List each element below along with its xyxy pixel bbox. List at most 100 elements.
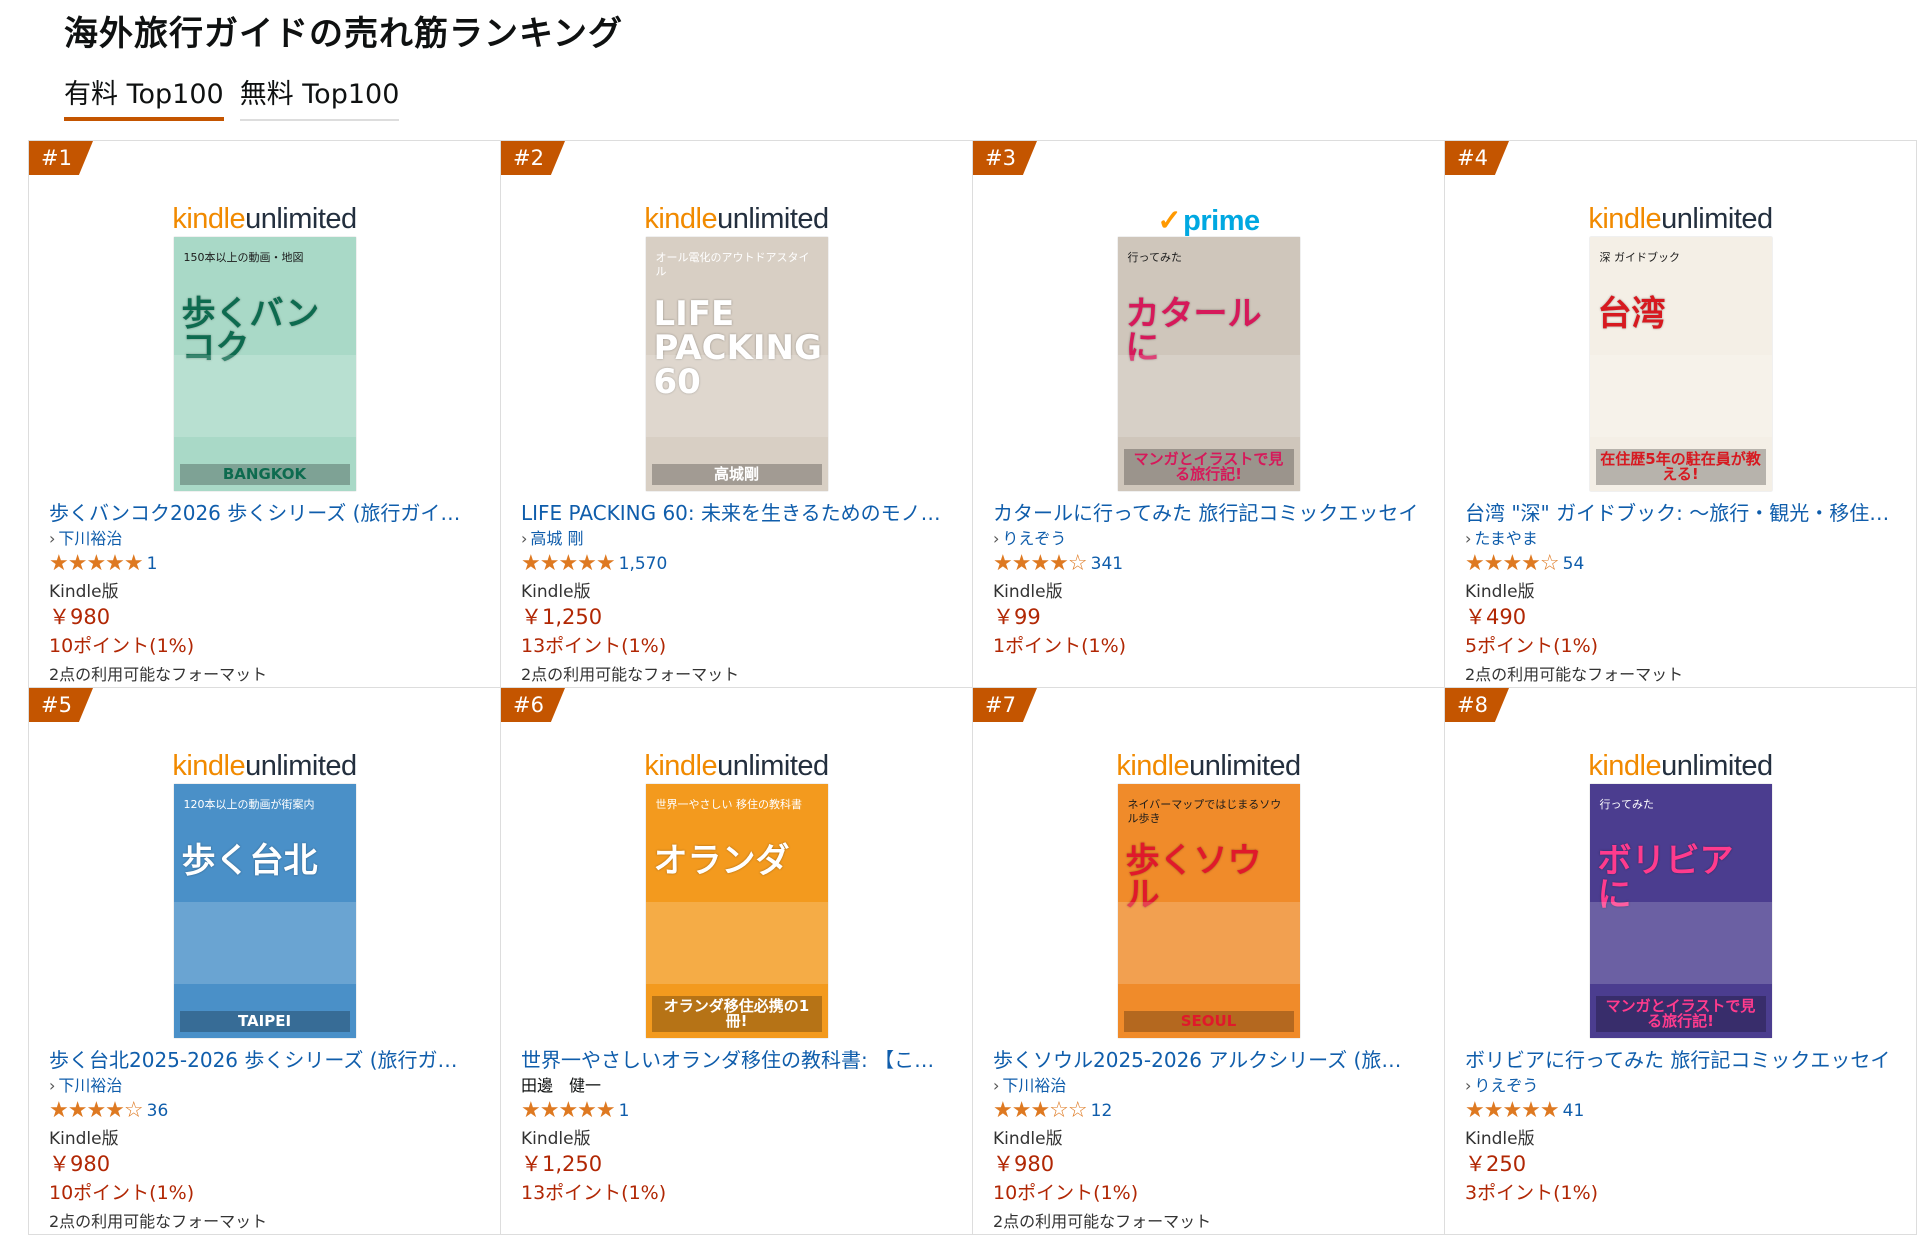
rating-count[interactable]: 54: [1563, 551, 1585, 577]
chevron-right-icon: ›: [49, 1076, 56, 1095]
rating-count[interactable]: 1: [147, 551, 158, 577]
tab-paid-top100[interactable]: 有料 Top100: [64, 72, 224, 121]
chevron-right-icon: ›: [993, 529, 1000, 548]
price: ￥490: [1465, 605, 1527, 629]
format-label: Kindle版: [993, 582, 1063, 602]
format-label: Kindle版: [521, 1129, 591, 1149]
tab-free-top100[interactable]: 無料 Top100: [239, 72, 400, 121]
cover-footer: SEOUL: [1123, 1011, 1294, 1032]
rank-badge: #2: [501, 141, 565, 175]
cover-footer: BANGKOK: [179, 464, 350, 485]
star-rating-icon: ★★★★★: [1465, 1098, 1560, 1123]
available-formats-link[interactable]: 2点の利用可能なフォーマット: [49, 661, 484, 685]
author-label: たまやま: [1474, 529, 1538, 548]
rating[interactable]: ★★★★★ 1,570: [521, 551, 956, 577]
product-title-link[interactable]: ボリビアに行ってみた 旅行記コミックエッセイ: [1465, 1046, 1900, 1074]
kindle-unlimited-badge: kindleunlimited: [1116, 750, 1301, 782]
rating-count[interactable]: 1: [619, 1098, 630, 1124]
author-name[interactable]: › りえぞう: [1465, 1074, 1900, 1098]
rating-count[interactable]: 1,570: [619, 551, 668, 577]
product-title-link[interactable]: LIFE PACKING 60: 未来を生きるためのモノ…: [521, 499, 956, 527]
book-cover-image[interactable]: ネイバーマップではじまるソウル歩き 歩くソウル SEOUL: [1117, 784, 1300, 1038]
product-card: #5 kindleunlimited 120本以上の動画が街案内 歩く台北 TA…: [29, 688, 501, 1235]
available-formats-link[interactable]: [1465, 1208, 1900, 1232]
product-card: #4 kindleunlimited 深 ガイドブック 台湾 在住歴5年の駐在員…: [1445, 141, 1917, 688]
cover-illustration: [173, 902, 356, 984]
rating[interactable]: ★★★★☆ 36: [49, 1098, 484, 1124]
page-title: 海外旅行ガイドの売れ筋ランキング: [64, 14, 623, 54]
rank-badge: #7: [973, 688, 1037, 722]
book-cover-image[interactable]: オール電化のアウトドアスタイル LIFE PACKING 60 高城剛: [645, 237, 828, 491]
book-cover-image[interactable]: 150本以上の動画・地図 歩くバンコク BANGKOK: [173, 237, 356, 491]
available-formats-link[interactable]: 2点の利用可能なフォーマット: [1465, 661, 1900, 685]
product-title-link[interactable]: 台湾 "深" ガイドブック: ～旅行・観光・移住…: [1465, 499, 1900, 527]
price: ￥250: [1465, 1152, 1527, 1176]
author-name[interactable]: › 下川裕治: [49, 1074, 484, 1098]
rating[interactable]: ★★★★☆ 341: [993, 551, 1428, 577]
product-title-link[interactable]: 歩くソウル2025-2026 アルクシリーズ (旅…: [993, 1046, 1428, 1074]
book-cover-image[interactable]: 深 ガイドブック 台湾 在住歴5年の駐在員が教える!: [1589, 237, 1772, 491]
cover-subtitle: ネイバーマップではじまるソウル歩き: [1127, 798, 1282, 825]
rating[interactable]: ★★★★★ 1: [521, 1098, 956, 1124]
author-name[interactable]: › たまやま: [1465, 527, 1900, 551]
product-title-link[interactable]: 世界一やさしいオランダ移住の教科書: 【こ…: [521, 1046, 956, 1074]
rating[interactable]: ★★★★☆ 54: [1465, 551, 1900, 577]
points: 13ポイント(1%): [521, 1182, 667, 1204]
available-formats-link[interactable]: [993, 661, 1428, 685]
rank-badge: #3: [973, 141, 1037, 175]
product-info: LIFE PACKING 60: 未来を生きるためのモノ… › 高城 剛 ★★★★…: [521, 499, 956, 685]
cover-illustration: [1589, 902, 1772, 984]
cover-illustration: [1117, 355, 1300, 437]
star-rating-icon: ★★★★★: [521, 551, 616, 576]
author-name[interactable]: › 高城 剛: [521, 527, 956, 551]
rating-count[interactable]: 41: [1563, 1098, 1585, 1124]
rating[interactable]: ★★★★★ 41: [1465, 1098, 1900, 1124]
points: 5ポイント(1%): [1465, 635, 1599, 657]
rating-count[interactable]: 12: [1091, 1098, 1113, 1124]
rating[interactable]: ★★★☆☆ 12: [993, 1098, 1428, 1124]
points: 10ポイント(1%): [49, 635, 195, 657]
price: ￥980: [49, 605, 111, 629]
chevron-right-icon: ›: [993, 1076, 1000, 1095]
cover-footer: 在住歴5年の駐在員が教える!: [1595, 449, 1766, 485]
product-card: #8 kindleunlimited 行ってみた ボリビアに マンガとイラストで…: [1445, 688, 1917, 1235]
cover-subtitle: 行ってみた: [1127, 251, 1182, 264]
product-title-link[interactable]: 歩く台北2025-2026 歩くシリーズ (旅行ガ…: [49, 1046, 484, 1074]
product-info: 歩くバンコク2026 歩くシリーズ (旅行ガイ… › 下川裕治 ★★★★★ 1 K…: [49, 499, 484, 685]
tab-bar: 有料 Top100 無料 Top100: [64, 72, 415, 121]
book-cover-image[interactable]: 行ってみた カタールに マンガとイラストで見る旅行記!: [1117, 237, 1300, 491]
points: 13ポイント(1%): [521, 635, 667, 657]
product-title-link[interactable]: カタールに行ってみた 旅行記コミックエッセイ: [993, 499, 1428, 527]
available-formats-link[interactable]: [521, 1208, 956, 1232]
format-label: Kindle版: [1465, 582, 1535, 602]
author-name[interactable]: › りえぞう: [993, 527, 1428, 551]
rating-count[interactable]: 341: [1091, 551, 1123, 577]
book-cover-image[interactable]: 行ってみた ボリビアに マンガとイラストで見る旅行記!: [1589, 784, 1772, 1038]
author-name[interactable]: › 下川裕治: [993, 1074, 1428, 1098]
available-formats-link[interactable]: 2点の利用可能なフォーマット: [521, 661, 956, 685]
cover-subtitle: 深 ガイドブック: [1599, 251, 1681, 264]
cover-footer: 高城剛: [651, 464, 822, 485]
author-label: 下川裕治: [1002, 1076, 1067, 1095]
points: 3ポイント(1%): [1465, 1182, 1599, 1204]
rating[interactable]: ★★★★★ 1: [49, 551, 484, 577]
available-formats-link[interactable]: 2点の利用可能なフォーマット: [993, 1208, 1428, 1232]
book-cover-image[interactable]: 120本以上の動画が街案内 歩く台北 TAIPEI: [173, 784, 356, 1038]
product-info: カタールに行ってみた 旅行記コミックエッセイ › りえぞう ★★★★☆ 341 K…: [993, 499, 1428, 685]
star-rating-icon: ★★★★☆: [993, 551, 1088, 576]
star-rating-icon: ★★★★☆: [1465, 551, 1560, 576]
product-card: #3 ✓prime 行ってみた カタールに マンガとイラストで見る旅行記! カタ…: [973, 141, 1445, 688]
product-info: 台湾 "深" ガイドブック: ～旅行・観光・移住… › たまやま ★★★★☆ 54…: [1465, 499, 1900, 685]
product-title-link[interactable]: 歩くバンコク2026 歩くシリーズ (旅行ガイ…: [49, 499, 484, 527]
product-info: 歩く台北2025-2026 歩くシリーズ (旅行ガ… › 下川裕治 ★★★★☆ 3…: [49, 1046, 484, 1232]
author-label: りえぞう: [1002, 529, 1067, 548]
price: ￥1,250: [521, 605, 603, 629]
chevron-right-icon: ›: [1465, 1076, 1472, 1095]
book-cover-image[interactable]: 世界一やさしい 移住の教科書 オランダ オランダ移住必携の1冊!: [645, 784, 828, 1038]
cover-illustration: [1589, 355, 1772, 437]
cover-illustration: [645, 355, 828, 437]
author-name[interactable]: › 下川裕治: [49, 527, 484, 551]
available-formats-link[interactable]: 2点の利用可能なフォーマット: [49, 1208, 484, 1232]
product-info: 世界一やさしいオランダ移住の教科書: 【こ… 田邊 健一 ★★★★★ 1 Kin…: [521, 1046, 956, 1232]
rating-count[interactable]: 36: [147, 1098, 169, 1124]
